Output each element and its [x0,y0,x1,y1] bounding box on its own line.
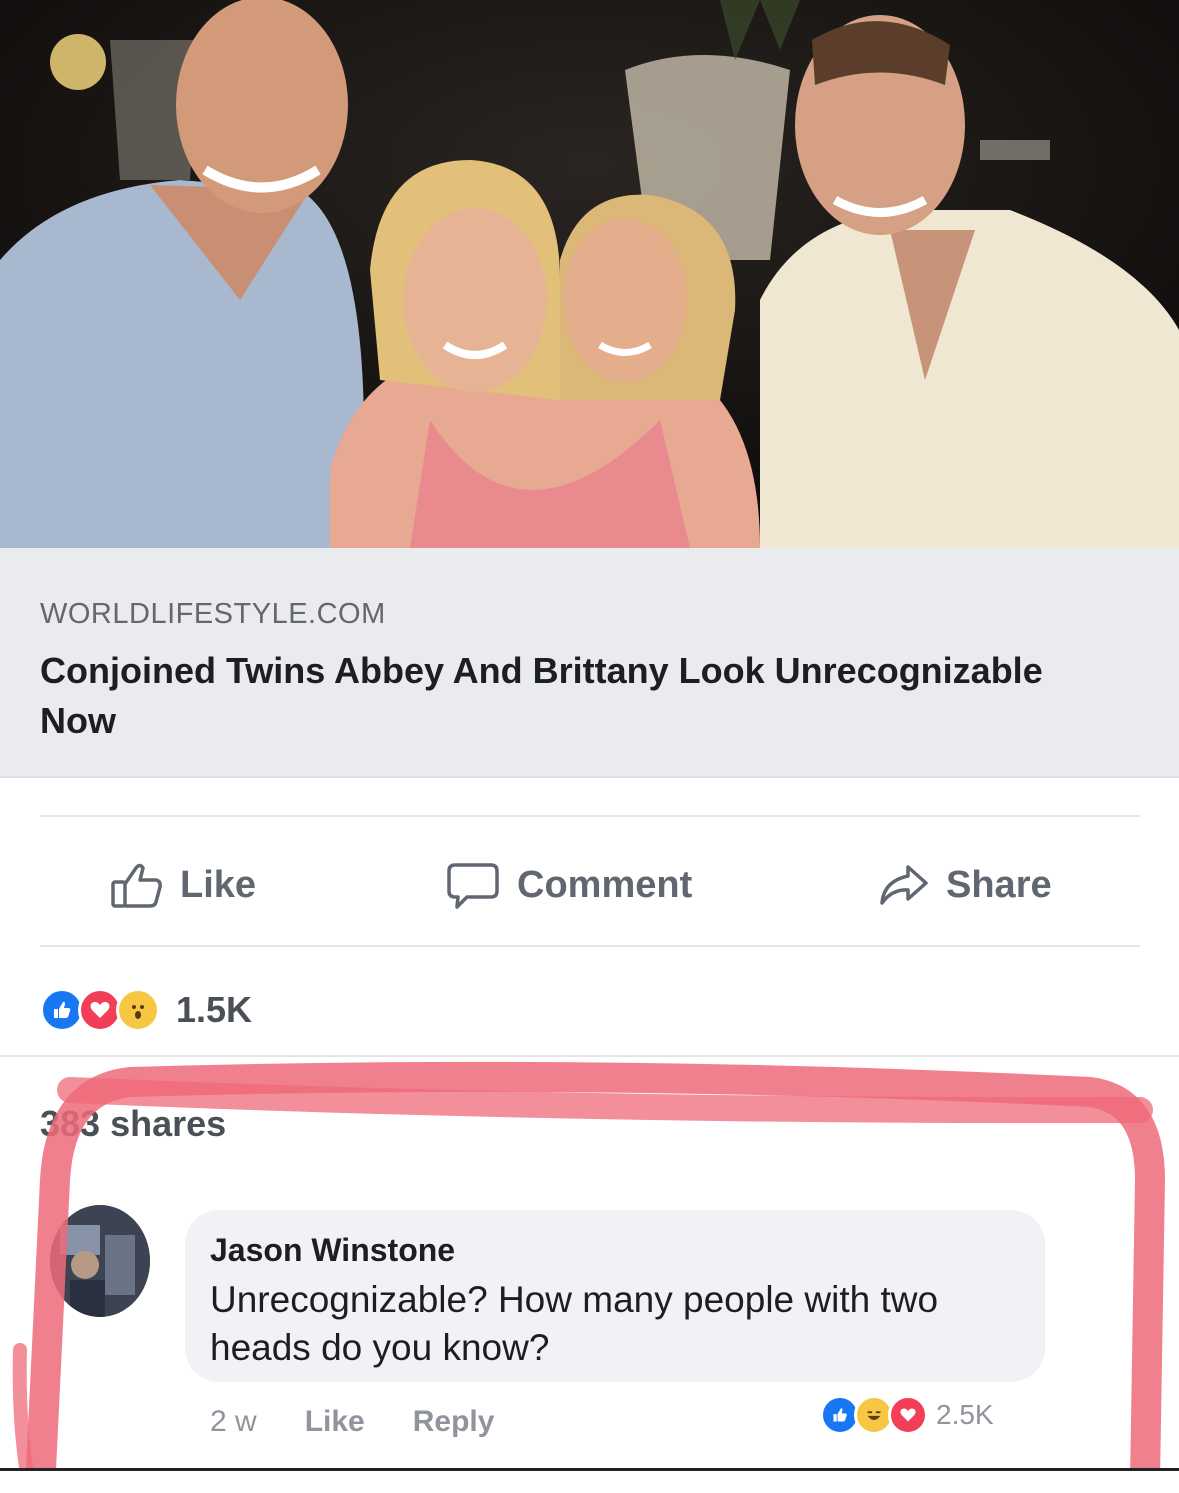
comment-meta: 2 w Like Reply [210,1405,542,1439]
group-photo-illustration [0,0,1179,548]
reaction-count: 1.5K [176,989,253,1030]
love-reaction-icon [888,1395,928,1435]
post-action-bar: Like Comment Share [0,822,1179,942]
share-label: Share [946,863,1052,906]
comment-label: Comment [517,863,693,906]
comment-bubble[interactable]: Jason Winstone Unrecognizable? How many … [185,1210,1045,1382]
divider [0,1055,1179,1057]
link-domain: WORLDLIFESTYLE.COM [40,598,386,630]
divider [40,945,1140,947]
comment-author[interactable]: Jason Winstone [210,1232,455,1269]
comment-age[interactable]: 2 w [210,1405,257,1439]
reactions-summary[interactable]: 1.5K [40,985,252,1035]
comment-like-link[interactable]: Like [305,1405,365,1439]
bottom-edge [0,1468,1179,1493]
link-preview-card[interactable]: WORLDLIFESTYLE.COM Conjoined Twins Abbey… [0,548,1179,778]
avatar-photo-icon [50,1205,150,1317]
comment-reactions[interactable]: 2.5K [820,1392,1006,1438]
link-headline[interactable]: Conjoined Twins Abbey And Brittany Look … [40,646,1090,746]
comment-button[interactable]: Comment [445,860,692,910]
comment-bubble-icon [447,863,499,909]
comment-reply-link[interactable]: Reply [413,1405,495,1439]
post-photo[interactable] [0,0,1179,548]
comment-reaction-count: 2.5K [936,1399,994,1430]
shares-count[interactable]: 383 shares [40,1103,226,1145]
share-arrow-icon [880,865,928,905]
wow-reaction-icon [116,988,160,1032]
avatar[interactable] [50,1205,150,1317]
comment-text: Unrecognizable? How many people with two… [210,1279,939,1368]
share-button[interactable]: Share [878,860,1052,910]
like-label: Like [180,863,257,906]
thumbs-up-icon [111,863,162,908]
like-button[interactable]: Like [110,860,256,910]
divider [40,815,1140,817]
